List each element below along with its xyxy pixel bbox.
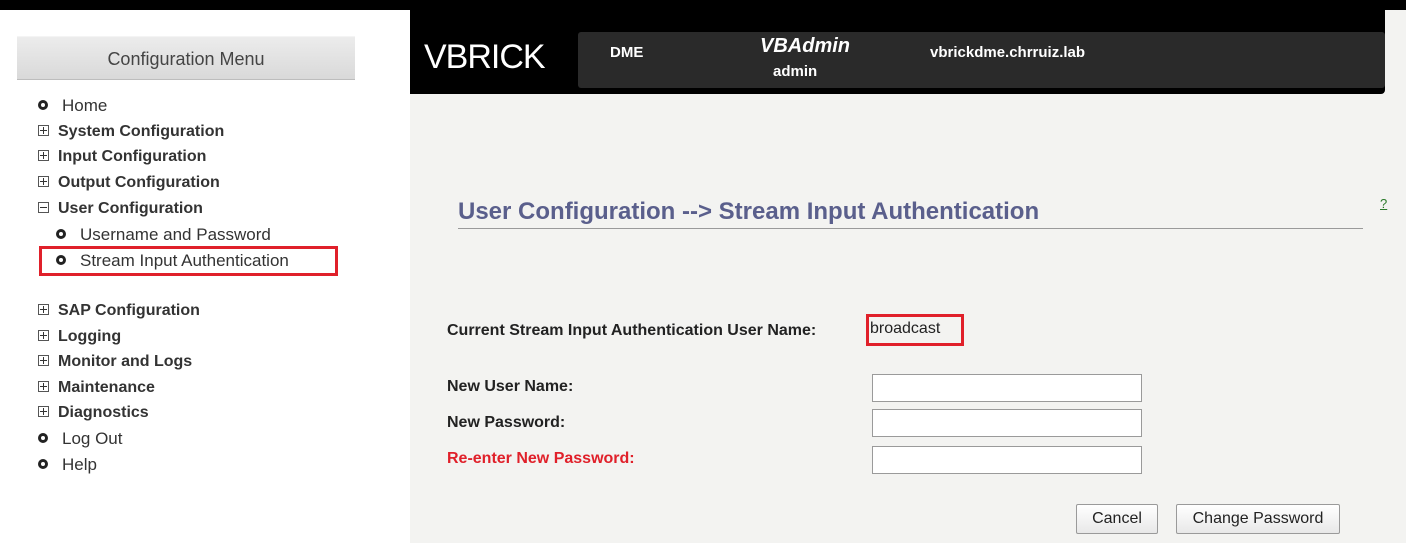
new-password-input[interactable] [872, 409, 1142, 437]
highlight-box-current-user [866, 314, 964, 346]
menu-header: Configuration Menu [17, 36, 355, 80]
expand-plus-icon[interactable] [38, 355, 49, 366]
menu-item-maintenance[interactable]: Maintenance [38, 379, 155, 397]
new-password-label: New Password: [447, 414, 566, 431]
menu-item-home[interactable]: Home [38, 96, 107, 116]
header-app-name: VBAdmin [760, 35, 850, 57]
title-divider [458, 228, 1363, 229]
menu-item-system-configuration[interactable]: System Configuration [38, 123, 224, 141]
expand-plus-icon[interactable] [38, 176, 49, 187]
header-hostname: vbrickdme.chrruiz.lab [930, 44, 1086, 61]
menu-item-logging[interactable]: Logging [38, 328, 121, 346]
current-user-label: Current Stream Input Authentication User… [447, 322, 817, 339]
vbrick-logo: VBRICK [424, 38, 546, 76]
bullet-icon [38, 433, 48, 443]
expand-plus-icon[interactable] [38, 406, 49, 417]
change-password-button[interactable]: Change Password [1176, 504, 1340, 534]
expand-plus-icon[interactable] [38, 150, 49, 161]
expand-plus-icon[interactable] [38, 330, 49, 341]
header-product: DME [610, 44, 644, 61]
expand-plus-icon[interactable] [38, 125, 49, 136]
menu-item-help[interactable]: Help [38, 455, 97, 475]
highlight-box-active-menu [39, 246, 338, 276]
menu-item-user-configuration[interactable]: User Configuration [38, 200, 203, 218]
bullet-icon [56, 229, 66, 239]
reenter-password-label: Re-enter New Password: [447, 450, 635, 467]
menu-item-diagnostics[interactable]: Diagnostics [38, 404, 149, 422]
bullet-icon [38, 459, 48, 469]
help-link[interactable]: ? [1380, 196, 1387, 211]
cancel-button[interactable]: Cancel [1076, 504, 1158, 534]
page-title: User Configuration --> Stream Input Auth… [458, 198, 1040, 225]
header-user: admin [773, 63, 818, 80]
collapse-minus-icon[interactable] [38, 202, 49, 213]
menu-item-input-configuration[interactable]: Input Configuration [38, 148, 206, 166]
app-header: VBRICK DME VBAdmin admin vbrickdme.chrru… [410, 10, 1385, 94]
menu-item-log-out[interactable]: Log Out [38, 429, 123, 449]
main-content: VBRICK DME VBAdmin admin vbrickdme.chrru… [410, 10, 1406, 543]
expand-plus-icon[interactable] [38, 304, 49, 315]
new-user-input[interactable] [872, 374, 1142, 402]
menu-item-monitor-and-logs[interactable]: Monitor and Logs [38, 353, 192, 371]
menu-item-username-and-password[interactable]: Username and Password [56, 225, 271, 245]
new-user-label: New User Name: [447, 378, 574, 395]
bullet-icon [38, 100, 48, 110]
menu-item-sap-configuration[interactable]: SAP Configuration [38, 302, 200, 320]
reenter-password-input[interactable] [872, 446, 1142, 474]
top-black-strip [0, 0, 1406, 10]
menu-item-output-configuration[interactable]: Output Configuration [38, 174, 220, 192]
expand-plus-icon[interactable] [38, 381, 49, 392]
sidebar: Configuration Menu Home System Configura… [0, 10, 410, 543]
